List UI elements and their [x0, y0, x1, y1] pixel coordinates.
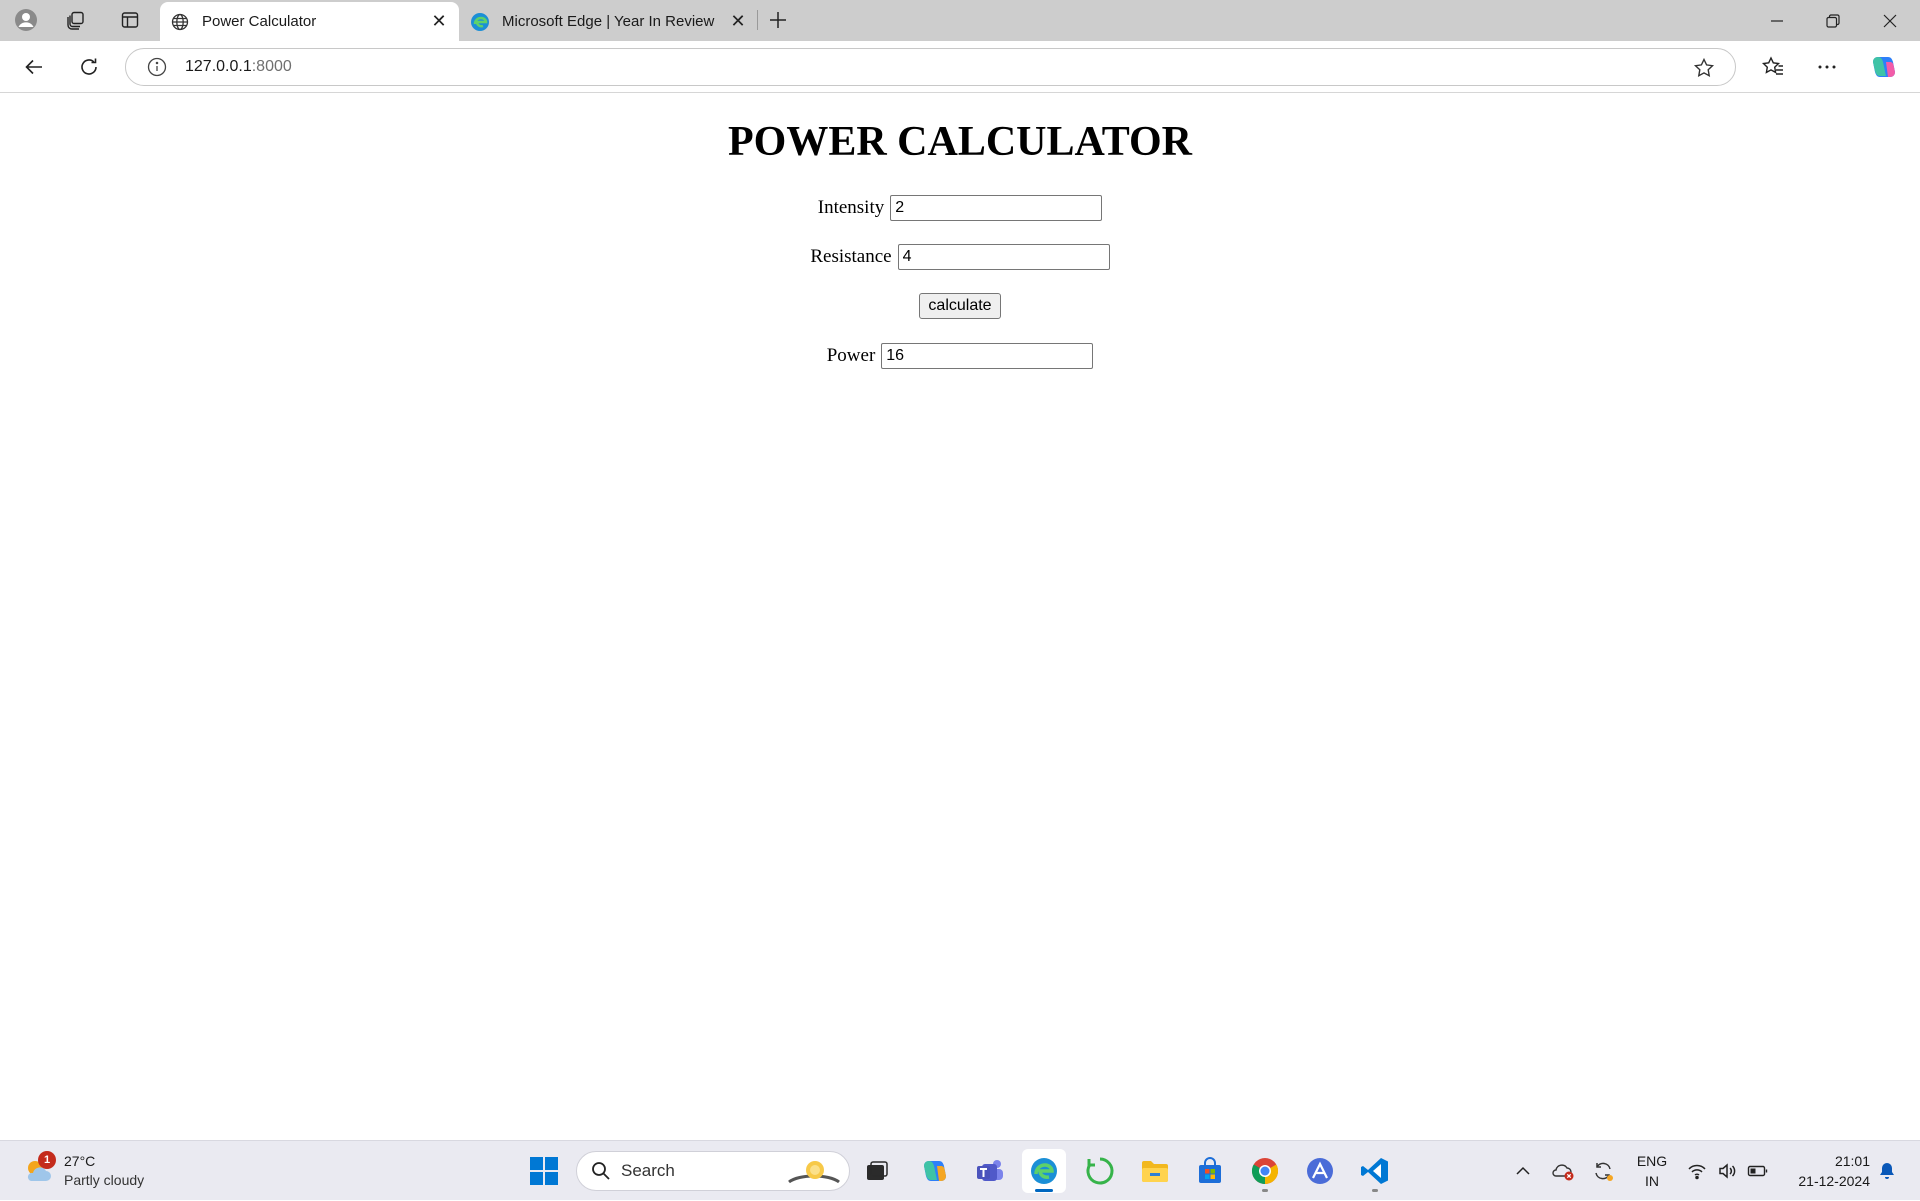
edge-icon — [470, 12, 490, 32]
resistance-input[interactable] — [897, 244, 1110, 270]
browser-toolbar: 127.0.0.1:8000 — [0, 41, 1920, 93]
edge-taskbar-icon[interactable] — [1022, 1149, 1066, 1193]
refresh-icon[interactable] — [75, 53, 103, 81]
chrome-icon[interactable] — [1243, 1149, 1287, 1193]
power-input[interactable] — [881, 343, 1094, 369]
close-window-icon[interactable] — [1862, 0, 1918, 41]
active-indicator — [1035, 1189, 1053, 1192]
resistance-row: Resistance — [0, 244, 1920, 270]
vertical-tabs-icon[interactable] — [118, 8, 142, 32]
clock-time: 21:01 — [1834, 1153, 1870, 1169]
copilot-app-icon[interactable] — [913, 1149, 957, 1193]
running-indicator — [1372, 1189, 1378, 1192]
tab-power-calculator[interactable]: Power Calculator ✕ — [160, 2, 459, 41]
url-port: :8000 — [251, 58, 292, 75]
running-indicator — [1262, 1189, 1268, 1192]
battery-icon[interactable] — [1744, 1141, 1772, 1201]
close-tab-icon[interactable]: ✕ — [427, 10, 451, 34]
volume-icon[interactable] — [1714, 1141, 1740, 1201]
copilot-icon[interactable] — [1870, 53, 1898, 81]
globe-icon — [170, 12, 190, 32]
partly-cloudy-icon: 1 — [22, 1151, 56, 1187]
page-content: POWER CALCULATOR Intensity Resistance ca… — [0, 93, 1920, 1140]
sync-icon[interactable] — [1588, 1141, 1618, 1201]
workspaces-icon[interactable] — [64, 8, 88, 32]
weather-widget[interactable]: 1 27°C Partly cloudy — [22, 1149, 144, 1193]
show-hidden-icons-chevron-icon[interactable] — [1508, 1141, 1538, 1201]
taskbar-search[interactable]: Search — [576, 1151, 850, 1191]
affinity-app-icon[interactable] — [1298, 1149, 1342, 1193]
taskbar: 1 27°C Partly cloudy Search ENG IN 21:01… — [0, 1140, 1920, 1200]
restore-icon[interactable] — [1805, 0, 1861, 41]
tab-title: Microsoft Edge | Year In Review — [502, 13, 715, 30]
intensity-row: Intensity — [0, 195, 1920, 221]
calculate-button[interactable]: calculate — [919, 293, 1001, 319]
site-info-icon[interactable] — [146, 56, 168, 78]
favorites-icon[interactable] — [1759, 53, 1787, 81]
language-code: ENG — [1636, 1153, 1668, 1169]
calculate-row: calculate — [0, 293, 1920, 319]
tab-year-in-review[interactable]: Microsoft Edge | Year In Review ✕ — [460, 2, 758, 41]
teams-icon[interactable] — [968, 1149, 1012, 1193]
system-clock[interactable]: 21:01 21-12-2024 — [1776, 1151, 1870, 1191]
intensity-label: Intensity — [817, 197, 885, 218]
url-host: 127.0.0.1 — [185, 58, 252, 75]
tab-title: Power Calculator — [202, 13, 317, 30]
minimize-icon[interactable] — [1749, 0, 1805, 41]
start-button[interactable] — [522, 1149, 566, 1193]
back-arrow-icon[interactable] — [20, 53, 48, 81]
task-view-icon[interactable] — [855, 1149, 899, 1193]
profile-icon[interactable] — [14, 8, 38, 32]
power-row: Power — [0, 343, 1920, 369]
weather-badge: 1 — [38, 1151, 56, 1169]
wifi-icon[interactable] — [1684, 1141, 1710, 1201]
search-highlight-icon — [785, 1156, 843, 1186]
address-bar[interactable]: 127.0.0.1:8000 — [125, 48, 1736, 86]
recycle-app-icon[interactable] — [1078, 1149, 1122, 1193]
file-explorer-icon[interactable] — [1133, 1149, 1177, 1193]
search-placeholder: Search — [621, 1161, 675, 1180]
more-options-icon[interactable] — [1813, 53, 1841, 81]
power-label: Power — [826, 345, 876, 366]
tab-separator — [757, 10, 758, 30]
weather-description: Partly cloudy — [64, 1172, 145, 1188]
microsoft-store-icon[interactable] — [1188, 1149, 1232, 1193]
favorite-star-icon[interactable] — [1693, 57, 1715, 79]
close-tab-icon[interactable]: ✕ — [726, 10, 750, 34]
vscode-icon[interactable] — [1353, 1149, 1397, 1193]
search-icon — [591, 1161, 611, 1181]
intensity-input[interactable] — [890, 195, 1103, 221]
new-tab-icon[interactable] — [766, 8, 790, 32]
clock-date: 21-12-2024 — [1798, 1173, 1870, 1189]
resistance-label: Resistance — [810, 246, 892, 267]
tab-strip: Power Calculator ✕ Microsoft Edge | Year… — [0, 0, 1920, 41]
page-title: POWER CALCULATOR — [728, 119, 1192, 165]
weather-temperature: 27°C — [64, 1153, 96, 1169]
notification-bell-icon[interactable] — [1874, 1141, 1900, 1201]
language-indicator[interactable]: ENG IN — [1630, 1151, 1674, 1191]
region-code: IN — [1645, 1173, 1659, 1189]
onedrive-error-icon[interactable] — [1548, 1141, 1578, 1201]
